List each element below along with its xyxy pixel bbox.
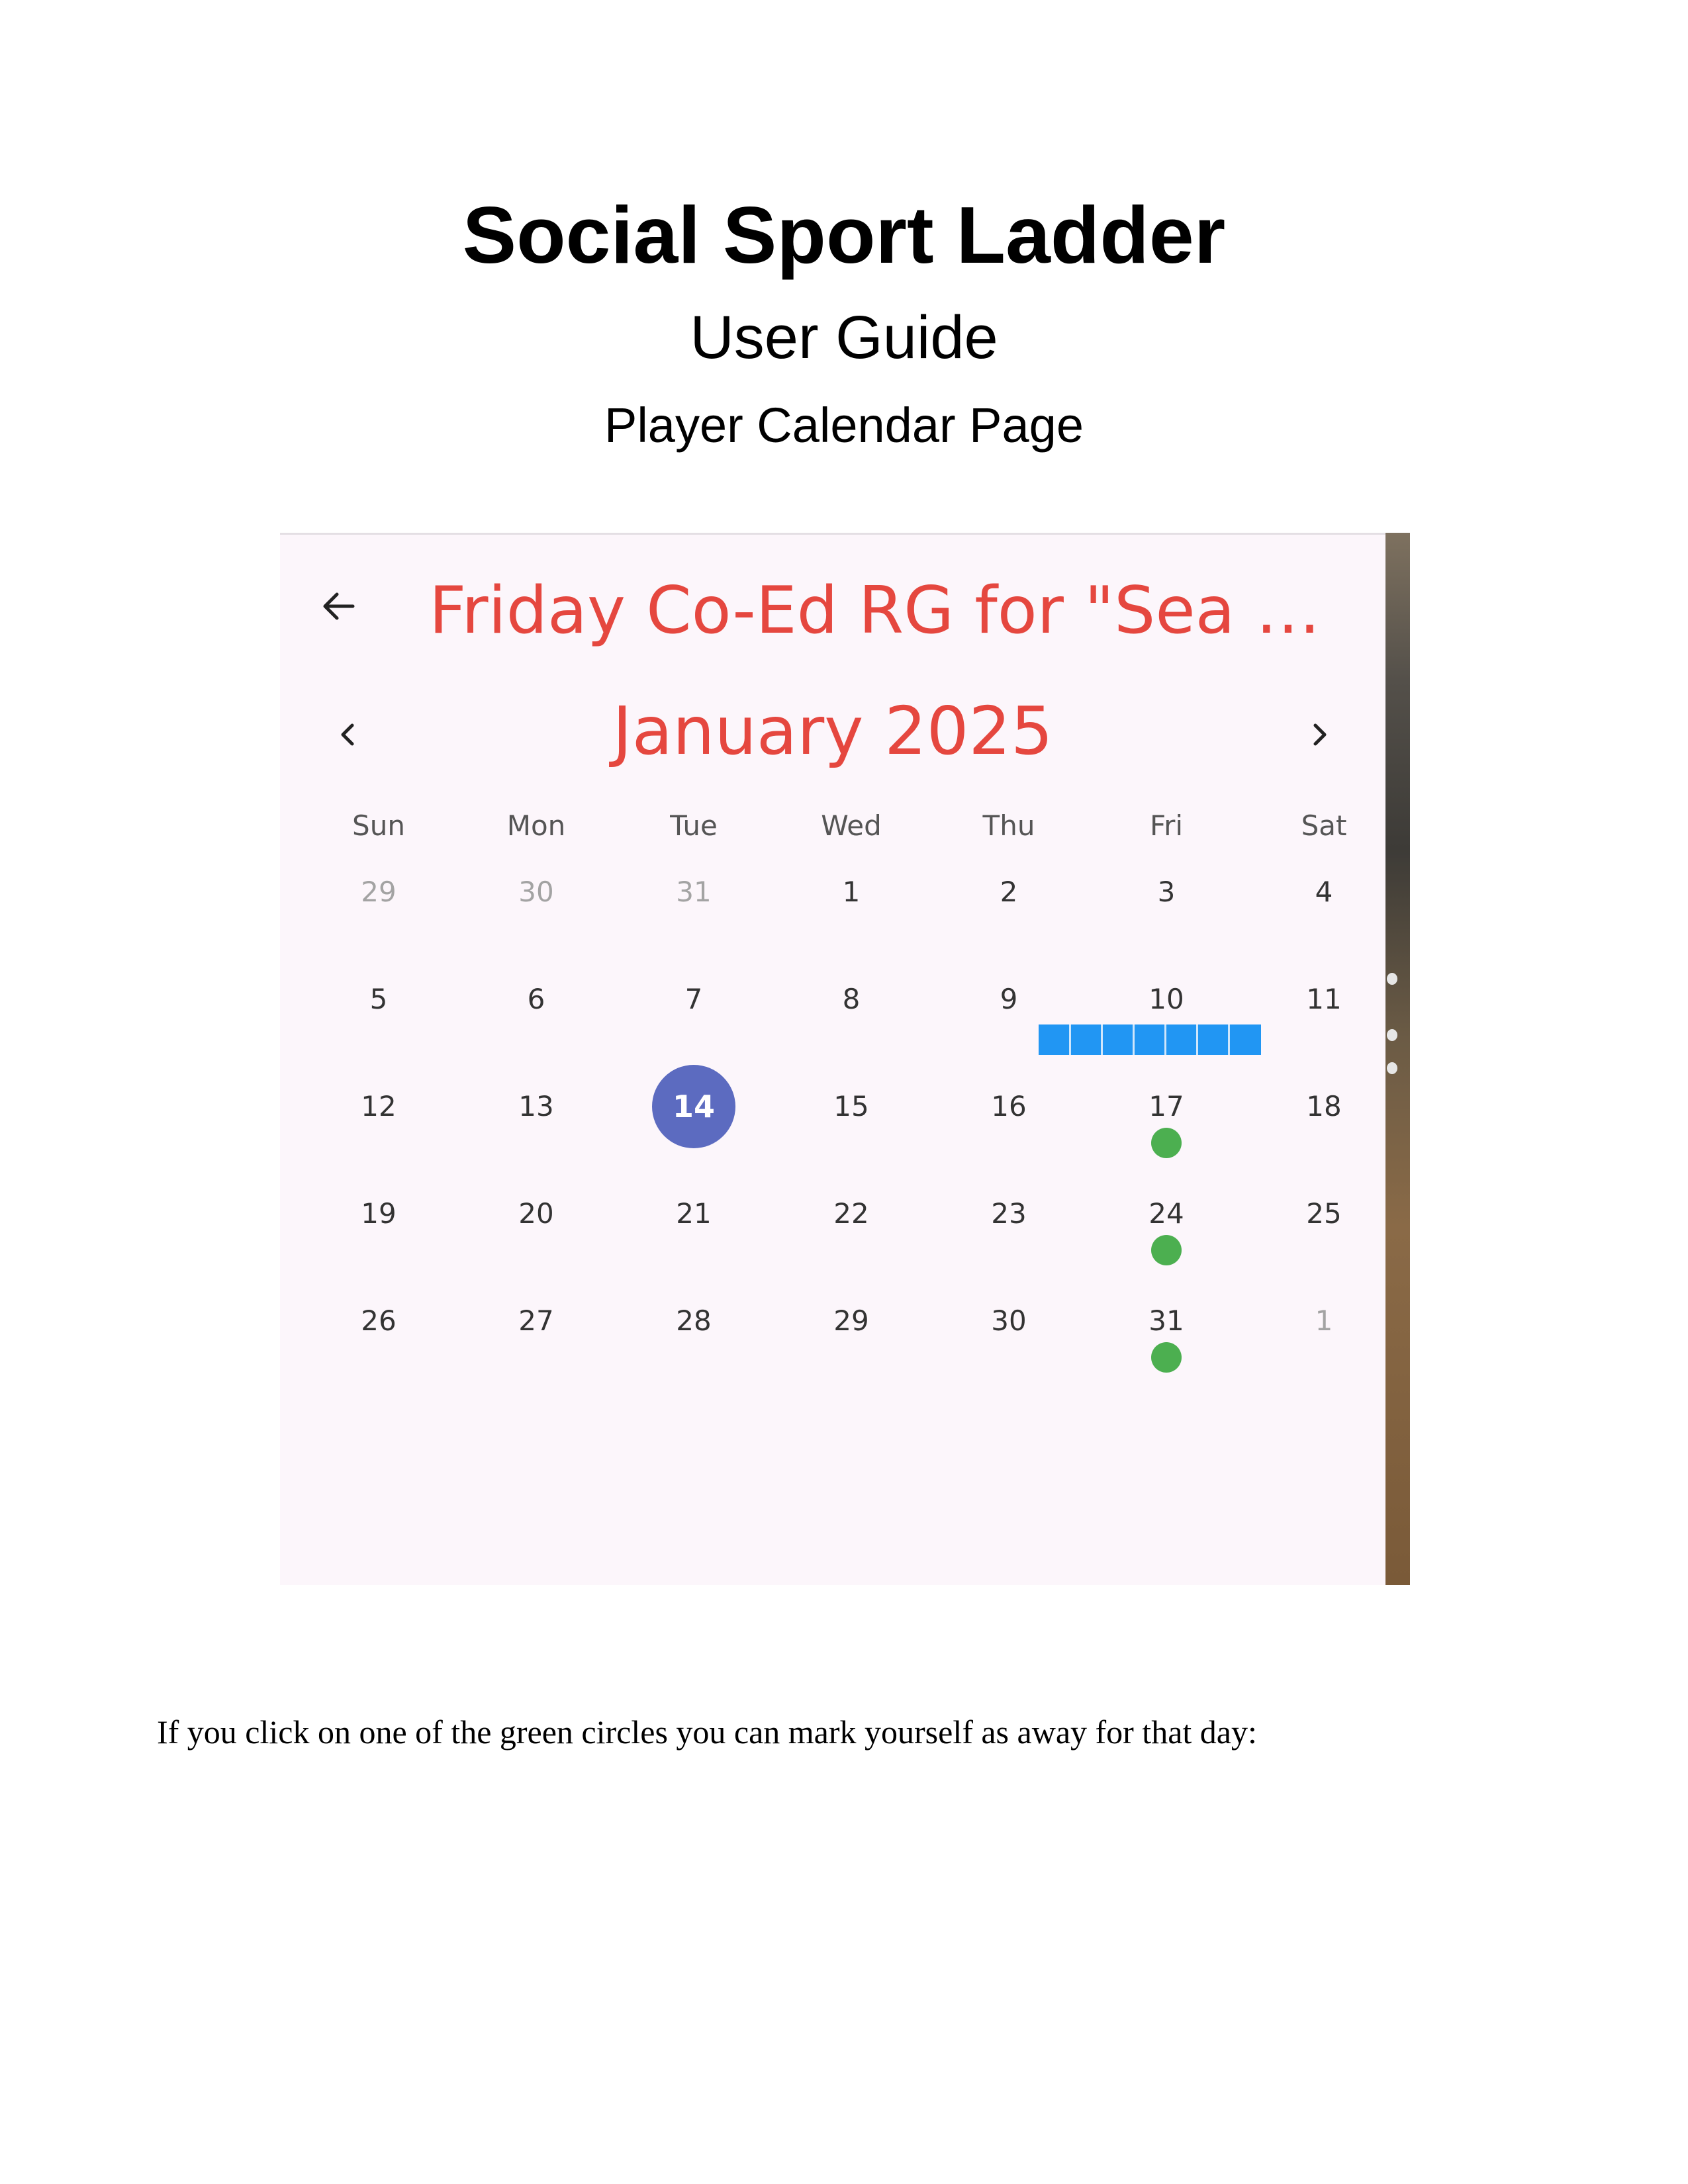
day-number: 20 [518, 1197, 554, 1230]
event-dot[interactable] [1151, 1128, 1182, 1158]
day-cell[interactable]: 29 [300, 872, 457, 979]
day-number: 5 [369, 983, 388, 1015]
day-number: 22 [833, 1197, 869, 1230]
day-number: 11 [1306, 983, 1342, 1015]
day-cell[interactable]: 27 [457, 1301, 615, 1408]
day-number: 26 [361, 1304, 397, 1337]
day-cell[interactable]: 17 [1088, 1087, 1245, 1194]
day-cell[interactable]: 15 [773, 1087, 930, 1194]
app-bar-title: Friday Co-Ed RG for "Sea … [429, 573, 1321, 649]
day-cell[interactable]: 11 [1245, 979, 1403, 1087]
day-number: 1 [1315, 1304, 1333, 1337]
event-bar[interactable] [1039, 1024, 1261, 1055]
day-number: 29 [833, 1304, 869, 1337]
body-paragraph: If you click on one of the green circles… [157, 1713, 1257, 1751]
document-title: Social Sport Ladder [462, 190, 1226, 280]
day-cell[interactable]: 29 [773, 1301, 930, 1408]
day-number: 18 [1306, 1090, 1342, 1122]
day-cell[interactable]: 1 [773, 872, 930, 979]
day-number: 9 [1000, 983, 1018, 1015]
day-cell[interactable]: 19 [300, 1194, 457, 1301]
day-number: 1 [842, 876, 861, 908]
weekday-label: Sat [1301, 809, 1347, 842]
month-label: January 2025 [612, 692, 1053, 770]
day-number: 19 [361, 1197, 397, 1230]
photo-detail [1387, 1029, 1397, 1041]
day-cell[interactable]: 30 [930, 1301, 1088, 1408]
day-cell[interactable]: 18 [1245, 1087, 1403, 1194]
calendar-screenshot: Friday Co-Ed RG for "Sea … January 2025 … [280, 533, 1410, 1585]
chevron-right-icon[interactable] [1303, 718, 1336, 751]
day-cell[interactable]: 5 [300, 979, 457, 1087]
weekday-label: Mon [506, 809, 566, 842]
day-number: 25 [1306, 1197, 1342, 1230]
day-cell[interactable]: 1 [1245, 1301, 1403, 1408]
photo-detail [1387, 1062, 1397, 1074]
day-cell[interactable]: 16 [930, 1087, 1088, 1194]
day-number: 29 [361, 876, 397, 908]
day-number: 12 [361, 1090, 397, 1122]
day-number: 2 [1000, 876, 1018, 908]
weekday-label: Fri [1149, 809, 1184, 842]
day-cell[interactable]: 22 [773, 1194, 930, 1301]
day-number: 24 [1149, 1197, 1184, 1230]
day-cell[interactable]: 31 [615, 872, 773, 979]
day-cell[interactable]: 3 [1088, 872, 1245, 979]
day-number: 16 [991, 1090, 1027, 1122]
arrow-left-icon[interactable] [318, 586, 358, 626]
today-day-cell[interactable]: 14 [615, 1065, 773, 1194]
day-cell[interactable]: 23 [930, 1194, 1088, 1301]
day-cell[interactable]: 20 [457, 1194, 615, 1301]
day-number: 31 [676, 876, 712, 908]
calendar-screen: Friday Co-Ed RG for "Sea … January 2025 … [280, 533, 1385, 1585]
day-cell[interactable]: 8 [773, 979, 930, 1087]
day-number: 21 [676, 1197, 712, 1230]
day-number: 17 [1149, 1090, 1184, 1122]
day-cell[interactable]: 2 [930, 872, 1088, 979]
day-number: 28 [676, 1304, 712, 1337]
day-number: 8 [842, 983, 861, 1015]
photo-detail [1387, 973, 1397, 985]
day-number: 6 [527, 983, 545, 1015]
weekday-label: Wed [821, 809, 882, 842]
day-cell[interactable]: 25 [1245, 1194, 1403, 1301]
day-number: 23 [991, 1197, 1027, 1230]
day-cell[interactable]: 31 [1088, 1301, 1245, 1408]
day-cell[interactable]: 12 [300, 1087, 457, 1194]
day-number: 14 [672, 1089, 715, 1124]
day-cell[interactable]: 21 [615, 1194, 773, 1301]
day-number: 13 [518, 1090, 554, 1122]
day-cell[interactable]: 26 [300, 1301, 457, 1408]
day-cell[interactable]: 28 [615, 1301, 773, 1408]
day-number: 31 [1149, 1304, 1184, 1337]
weekday-label: Sun [352, 809, 405, 842]
day-cell[interactable]: 6 [457, 979, 615, 1087]
day-number: 30 [518, 876, 554, 908]
day-number: 30 [991, 1304, 1027, 1337]
background-photo-edge [1385, 533, 1410, 1585]
event-dot[interactable] [1151, 1342, 1182, 1373]
day-number: 4 [1315, 876, 1333, 908]
day-cell[interactable]: 24 [1088, 1194, 1245, 1301]
event-dot[interactable] [1151, 1235, 1182, 1265]
section-heading: Player Calendar Page [604, 398, 1084, 453]
day-number: 15 [833, 1090, 869, 1122]
day-number: 7 [684, 983, 703, 1015]
document-subtitle: User Guide [690, 304, 998, 371]
day-cell[interactable]: 30 [457, 872, 615, 979]
day-number: 3 [1157, 876, 1176, 908]
day-number: 10 [1149, 983, 1184, 1015]
day-cell[interactable]: 13 [457, 1087, 615, 1194]
weekday-label: Thu [982, 809, 1035, 842]
day-number: 27 [518, 1304, 554, 1337]
weekday-label: Tue [670, 809, 718, 842]
day-cell[interactable]: 4 [1245, 872, 1403, 979]
